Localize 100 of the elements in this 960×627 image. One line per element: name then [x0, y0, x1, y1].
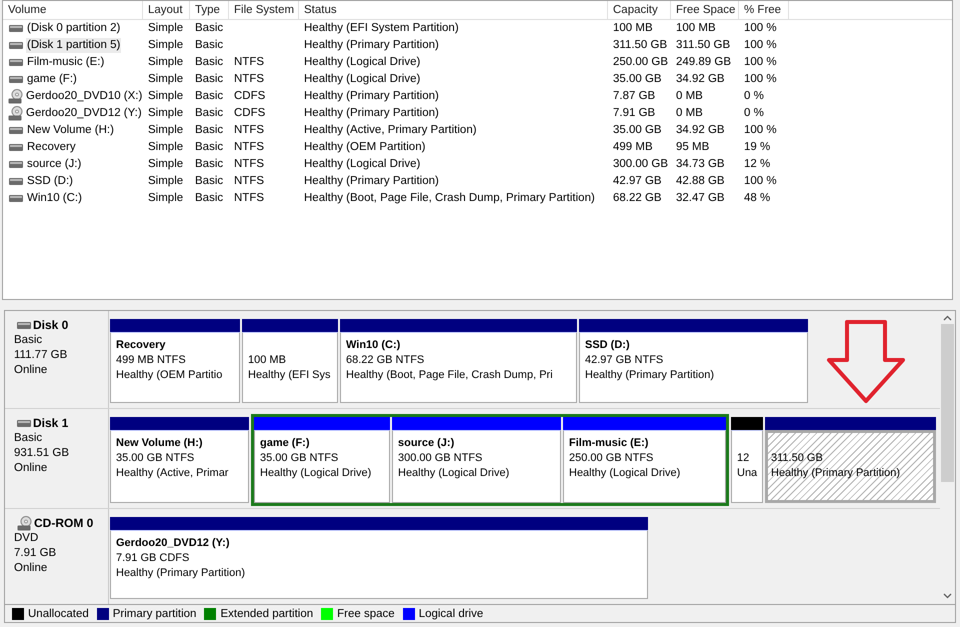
table-cell-text: 32.47 GB — [676, 191, 725, 206]
hard-drive-icon — [9, 25, 23, 32]
table-cell-text: Simple — [148, 174, 184, 189]
volume-name[interactable]: game (F:) — [26, 72, 78, 87]
table-cell-text: 34.92 GB — [676, 123, 725, 138]
table-cell-text: 300.00 GB — [613, 157, 668, 172]
table-cell-text: Simple — [148, 123, 184, 138]
table-cell-text: Healthy (Primary Partition) — [304, 106, 439, 121]
column-header[interactable]: Type — [190, 1, 229, 19]
volume-name[interactable]: New Volume (H:) — [26, 123, 115, 138]
legend-label: Extended partition — [220, 608, 314, 620]
table-cell-text: 100 % — [744, 174, 777, 189]
table-cell-text: Basic — [195, 123, 224, 138]
volume-name[interactable]: Gerdoo20_DVD12 (Y:) — [25, 106, 143, 121]
column-header[interactable]: % Free — [739, 1, 789, 19]
table-cell-text: Basic — [195, 55, 224, 70]
table-cell-text: Simple — [148, 157, 184, 172]
table-cell-text: 7.91 GB — [613, 106, 656, 121]
column-header[interactable]: Volume — [3, 1, 143, 19]
table-cell-text: CDFS — [234, 106, 266, 121]
volume-name[interactable]: Win10 (C:) — [26, 191, 83, 206]
disk-type: Basic — [14, 333, 42, 348]
partition-name: SSD (D:) — [585, 338, 630, 353]
volume-name[interactable]: Recovery — [26, 140, 77, 155]
table-cell-text: 100 % — [744, 72, 777, 87]
table-cell-text: Simple — [148, 140, 184, 155]
table-cell-text: NTFS — [234, 191, 264, 206]
volume-name[interactable]: Film-music (E:) — [26, 55, 106, 70]
disk-status: Online — [14, 461, 48, 476]
scroll-down-icon[interactable] — [943, 593, 952, 599]
column-header[interactable]: Status — [299, 1, 608, 19]
table-cell-text: 19 % — [744, 140, 770, 155]
table-cell-text: Healthy (Primary Partition) — [304, 89, 439, 104]
volume-name[interactable]: (Disk 1 partition 5) — [26, 38, 122, 53]
partition-size: 35.00 GB NTFS — [260, 451, 338, 466]
disk-name: Disk 0 — [33, 318, 68, 333]
table-cell-text: 0 MB — [676, 89, 703, 104]
partition-status: Healthy (Logical Drive) — [398, 466, 510, 481]
partition-name: game (F:) — [260, 436, 310, 451]
table-cell-text: NTFS — [234, 174, 264, 189]
partition-size: 250.00 GB NTFS — [569, 451, 654, 466]
partition-status: Healthy (Active, Primar — [116, 466, 228, 481]
table-cell-text: Simple — [148, 89, 184, 104]
volume-name[interactable]: Gerdoo20_DVD10 (X:) — [25, 89, 144, 104]
disk-status: Online — [14, 363, 48, 378]
column-header[interactable]: Free Space — [671, 1, 739, 19]
partition-size: 42.97 GB NTFS — [585, 353, 664, 368]
table-cell-text: Healthy (Logical Drive) — [304, 55, 420, 70]
table-cell-text: 68.22 GB — [613, 191, 662, 206]
partition-stripe — [731, 417, 763, 430]
scroll-up-icon[interactable] — [943, 315, 952, 321]
table-cell-text: Simple — [148, 191, 184, 206]
partition-status: Healthy (Logical Drive) — [260, 466, 372, 481]
column-header[interactable]: Layout — [143, 1, 190, 19]
table-cell-text: Healthy (Boot, Page File, Crash Dump, Primary Partition) — [304, 191, 595, 206]
legend-label: Free space — [337, 608, 395, 620]
table-cell-text: Basic — [195, 157, 224, 172]
table-cell-text: 35.00 GB — [613, 72, 662, 87]
partition-name: Film-music (E:) — [569, 436, 648, 451]
table-cell-text: 0 % — [744, 89, 764, 104]
table-cell-text: Healthy (OEM Partition) — [304, 140, 426, 155]
volume-name[interactable]: (Disk 0 partition 2) — [26, 21, 122, 36]
table-cell-text: Healthy (Logical Drive) — [304, 72, 420, 87]
table-cell-text: Basic — [195, 38, 224, 53]
partition-name: Win10 (C:) — [346, 338, 400, 353]
volume-name[interactable]: source (J:) — [26, 157, 82, 172]
table-cell-text: Simple — [148, 55, 184, 70]
hard-drive-icon — [17, 420, 31, 427]
hard-drive-icon — [9, 195, 23, 202]
legend-label: Unallocated — [28, 608, 89, 620]
table-cell-text: NTFS — [234, 123, 264, 138]
table-cell-text: Simple — [148, 38, 184, 53]
partition-status: Healthy (Boot, Page File, Crash Dump, Pri — [346, 368, 553, 383]
hard-drive-icon — [9, 59, 23, 66]
table-cell-text: 100 MB — [676, 21, 716, 36]
table-cell-text: 311.50 GB — [676, 38, 730, 53]
extended-partition[interactable]: game (F:) 35.00 GB NTFS Healthy (Logical Drive) source (J:) 300.00 GB NTFS Healthy (Logical Drive) Film-music (E:) 250.00 GB NTFS Healthy (Logical Drive) — [251, 414, 729, 506]
table-cell-text: 34.73 GB — [676, 157, 725, 172]
table-cell-text: Basic — [195, 72, 224, 87]
volume-name[interactable]: SSD (D:) — [26, 174, 74, 189]
table-cell-text: NTFS — [234, 157, 264, 172]
partition-size: 35.00 GB NTFS — [116, 451, 194, 466]
table-cell-text: 100 MB — [613, 21, 653, 36]
table-cell-text: 7.87 GB — [613, 89, 656, 104]
partition-size: 100 MB — [248, 353, 286, 368]
table-cell-text: Simple — [148, 106, 184, 121]
hard-drive-icon — [9, 144, 23, 151]
partition-name: Recovery — [116, 338, 166, 353]
partition-size: 311.50 GB — [771, 451, 823, 466]
column-header[interactable]: File System — [229, 1, 299, 19]
table-cell-text: 42.97 GB — [613, 174, 662, 189]
scroll-thumb[interactable] — [941, 324, 954, 482]
table-cell-text: 100 % — [744, 38, 777, 53]
cd-drive-icon — [17, 516, 32, 531]
table-cell-text: 499 MB — [613, 140, 653, 155]
table-cell-text: Healthy (Active, Primary Partition) — [304, 123, 477, 138]
disk-status: Online — [14, 561, 48, 576]
partition-size: 68.22 GB NTFS — [346, 353, 424, 368]
table-cell-text: Healthy (EFI System Partition) — [304, 21, 459, 36]
column-header[interactable]: Capacity — [608, 1, 671, 19]
